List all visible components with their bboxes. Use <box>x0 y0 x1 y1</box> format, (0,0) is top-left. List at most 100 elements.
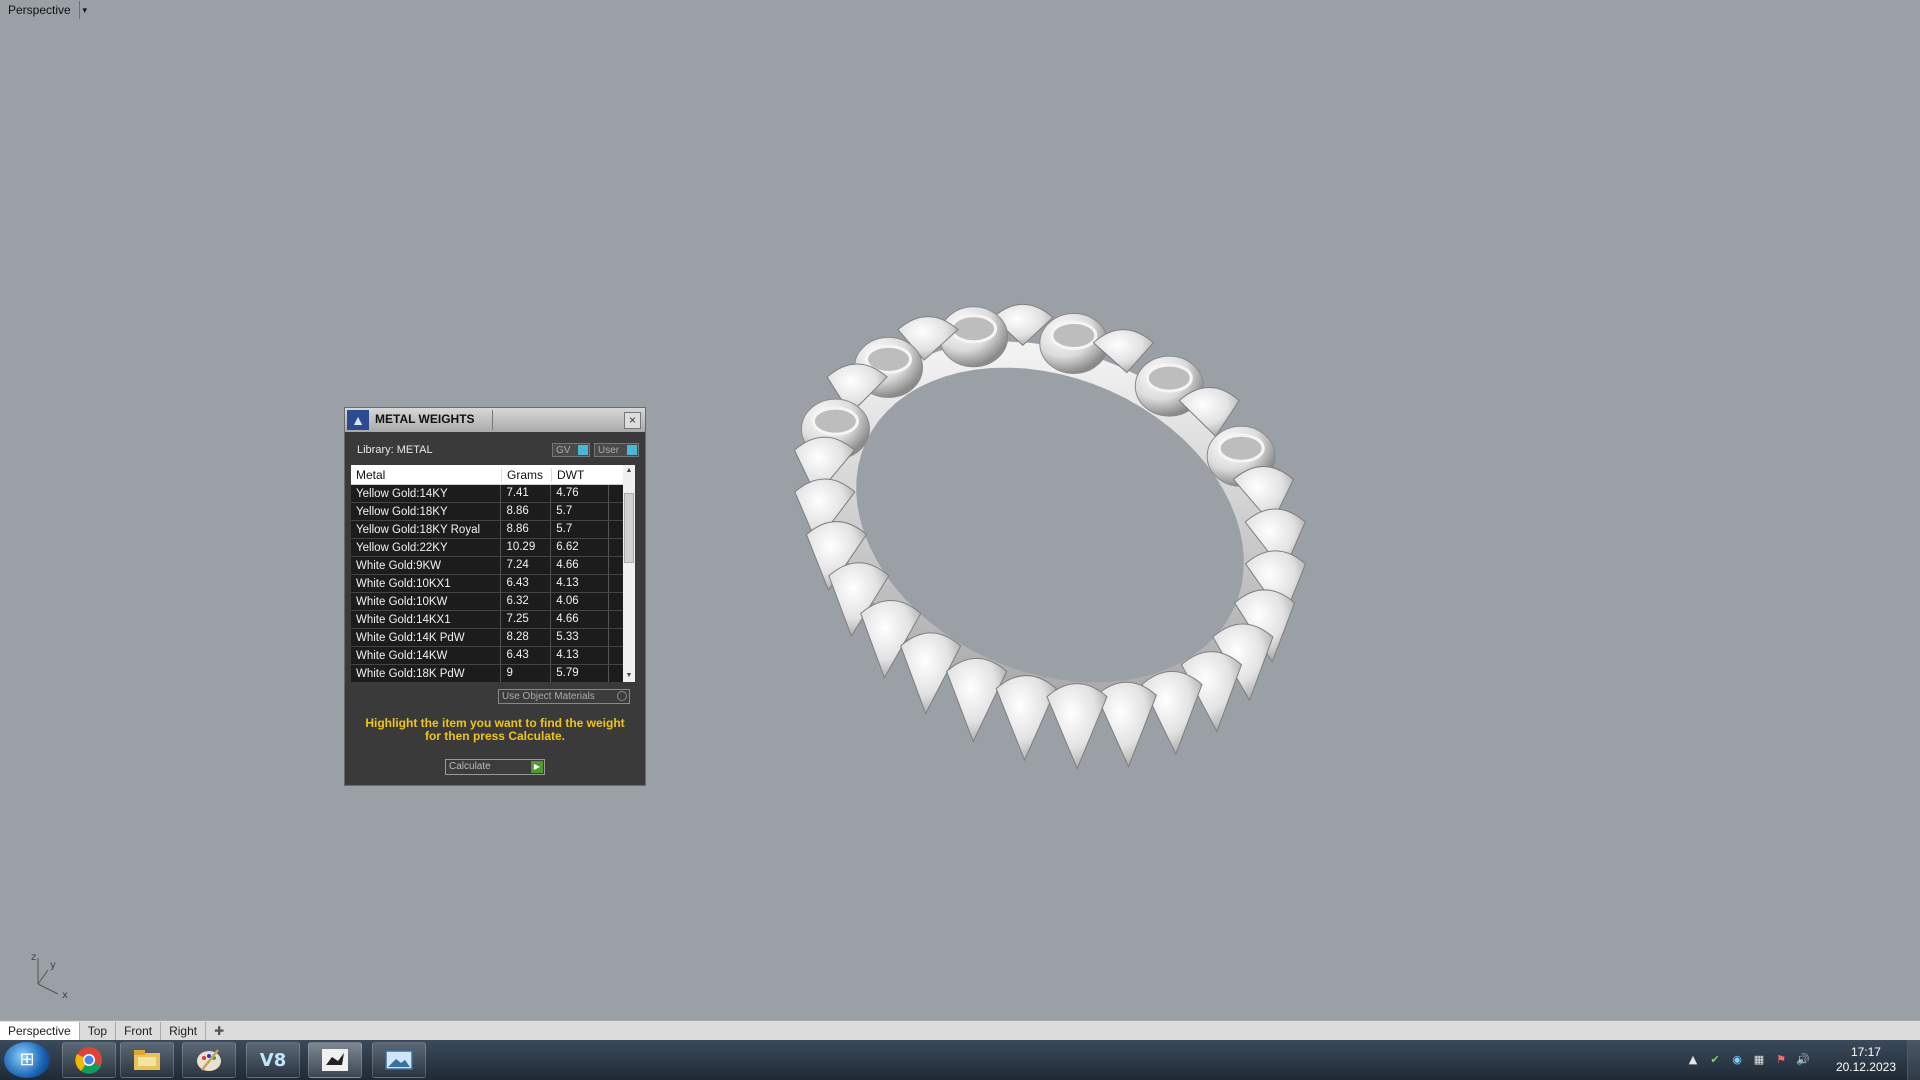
use-object-materials-label: Use Object Materials <box>502 691 595 702</box>
tab-right[interactable]: Right <box>161 1022 207 1040</box>
axis-z-label: z <box>31 952 36 963</box>
close-icon[interactable]: × <box>624 412 641 429</box>
library-label: Library: METAL <box>357 444 433 456</box>
system-tray: ▲ ✔ ◉ ▦ ⚑ 🔊 17:17 20.12.2023 <box>1680 1040 1920 1080</box>
table-row[interactable]: White Gold:10KW 6.32 4.06 <box>351 593 623 611</box>
axis-y-label: y <box>50 960 56 971</box>
network-icon[interactable]: ◉ <box>1730 1053 1744 1067</box>
scroll-up-icon[interactable]: ▲ <box>623 465 635 477</box>
calculate-label: Calculate <box>449 761 491 772</box>
gv-toggle[interactable]: GV <box>552 443 590 457</box>
viewport-tabs: Perspective Top Front Right ✚ <box>0 1020 1920 1040</box>
cell-metal: Yellow Gold:22KY <box>356 541 448 554</box>
tab-front[interactable]: Front <box>116 1022 162 1040</box>
cell-metal: Yellow Gold:18KY Royal <box>356 523 481 536</box>
viewport-menu-arrow-icon[interactable]: ▾ <box>78 1 90 19</box>
panel-title: METAL WEIGHTS <box>375 412 475 426</box>
table-row[interactable]: Yellow Gold:18KY Royal 8.86 5.7 <box>351 521 623 539</box>
viewport-label[interactable]: Perspective ▾ <box>0 0 90 20</box>
ring-3d-model[interactable] <box>740 260 1360 800</box>
image-viewer-taskbar-button[interactable] <box>372 1042 426 1078</box>
action-center-icon[interactable]: ⚑ <box>1774 1053 1788 1067</box>
cell-edge <box>608 575 623 592</box>
bezel-cup-opening <box>1145 363 1193 393</box>
clock-date: 20.12.2023 <box>1835 1060 1896 1074</box>
axis-icon: z y x <box>31 952 68 1001</box>
calculate-button[interactable]: Calculate ▶ <box>445 759 545 775</box>
cell-grams: 9 <box>500 665 550 682</box>
user-toggle-switch-icon[interactable] <box>627 445 637 455</box>
image-viewer-icon <box>385 1050 413 1070</box>
gv-toggle-switch-icon[interactable] <box>578 445 588 455</box>
table-row[interactable]: White Gold:14K PdW 8.28 5.33 <box>351 629 623 647</box>
security-icon[interactable]: ✔ <box>1708 1053 1722 1067</box>
cell-edge <box>608 611 623 628</box>
show-hidden-icons-icon[interactable]: ▲ <box>1686 1053 1700 1067</box>
scroll-down-icon[interactable]: ▼ <box>623 670 635 682</box>
language-icon[interactable]: ▦ <box>1752 1053 1766 1067</box>
scroll-thumb[interactable] <box>624 493 634 563</box>
cell-dwt: 4.13 <box>550 647 608 664</box>
user-toggle[interactable]: User <box>594 443 639 457</box>
cell-grams: 6.43 <box>500 647 550 664</box>
panel-titlebar[interactable]: ▲ METAL WEIGHTS × <box>345 408 645 432</box>
viewport-name[interactable]: Perspective <box>0 3 79 17</box>
cell-dwt: 4.76 <box>550 485 608 502</box>
explorer-taskbar-button[interactable] <box>120 1042 174 1078</box>
show-desktop-button[interactable] <box>1907 1040 1920 1080</box>
spike-cone <box>1141 671 1203 756</box>
windows-taskbar: ⊞ V8 ▲ ✔ ◉ ▦ ⚑ 🔊 17:17 20.12.2023 <box>0 1040 1920 1080</box>
table-row[interactable]: White Gold:14KX1 7.25 4.66 <box>351 611 623 629</box>
column-header-metal[interactable]: Metal <box>351 468 501 482</box>
table-row[interactable]: White Gold:14KW 6.43 4.13 <box>351 647 623 665</box>
cell-dwt: 4.66 <box>550 611 608 628</box>
volume-icon[interactable]: 🔊 <box>1796 1053 1810 1067</box>
cell-edge <box>608 647 623 664</box>
column-header-dwt[interactable]: DWT <box>551 467 609 482</box>
table-row[interactable]: White Gold:10KX1 6.43 4.13 <box>351 575 623 593</box>
table-scrollbar[interactable]: ▲ ▼ <box>623 465 635 682</box>
cell-grams: 6.43 <box>500 575 550 592</box>
tab-top[interactable]: Top <box>80 1022 117 1040</box>
cell-dwt: 4.13 <box>550 575 608 592</box>
bezel-cup-opening <box>1217 433 1265 463</box>
start-button[interactable]: ⊞ <box>4 1042 50 1078</box>
ring-render <box>793 304 1307 770</box>
cell-metal: White Gold:10KW <box>356 595 448 608</box>
cell-metal: Yellow Gold:18KY <box>356 505 448 518</box>
table-row[interactable]: Yellow Gold:18KY 8.86 5.7 <box>351 503 623 521</box>
cell-dwt: 5.79 <box>550 665 608 682</box>
clock[interactable]: 17:17 20.12.2023 <box>1836 1045 1896 1075</box>
cell-edge <box>608 557 623 574</box>
title-separator <box>492 410 493 430</box>
paint-taskbar-button[interactable] <box>182 1042 236 1078</box>
table-row[interactable]: White Gold:18K PdW 9 5.79 <box>351 665 623 682</box>
table-row[interactable]: Yellow Gold:14KY 7.41 4.76 <box>351 485 623 503</box>
cell-grams: 6.32 <box>500 593 550 610</box>
bezel-cup-opening <box>950 314 998 344</box>
add-viewport-tab-icon[interactable]: ✚ <box>206 1022 232 1040</box>
column-header-grams[interactable]: Grams <box>501 467 551 482</box>
tab-perspective[interactable]: Perspective <box>0 1022 80 1040</box>
metal-table[interactable]: Metal Grams DWT Yellow Gold:14KY 7.41 4.… <box>351 465 623 682</box>
cell-metal: White Gold:9KW <box>356 559 441 572</box>
v8-taskbar-button[interactable]: V8 <box>246 1042 300 1078</box>
cell-dwt: 5.7 <box>550 503 608 520</box>
cell-grams: 8.86 <box>500 521 550 538</box>
cell-grams: 7.24 <box>500 557 550 574</box>
chrome-taskbar-button[interactable] <box>62 1042 116 1078</box>
use-object-materials-toggle[interactable]: Use Object Materials <box>498 689 630 704</box>
cell-metal: White Gold:14KW <box>356 649 448 662</box>
user-toggle-label: User <box>598 444 620 456</box>
cell-dwt: 5.33 <box>550 629 608 646</box>
play-arrow-icon[interactable]: ▶ <box>531 761 543 773</box>
cell-metal: White Gold:18K PdW <box>356 667 465 680</box>
radio-icon[interactable] <box>617 691 627 701</box>
matrix-logo-icon: ▲ <box>347 410 369 430</box>
cell-edge <box>608 539 623 556</box>
table-row[interactable]: Yellow Gold:22KY 10.29 6.62 <box>351 539 623 557</box>
gv-toggle-label: GV <box>556 444 571 456</box>
cell-metal: White Gold:14K PdW <box>356 631 465 644</box>
rhino-taskbar-button[interactable] <box>308 1042 362 1078</box>
table-row[interactable]: White Gold:9KW 7.24 4.66 <box>351 557 623 575</box>
